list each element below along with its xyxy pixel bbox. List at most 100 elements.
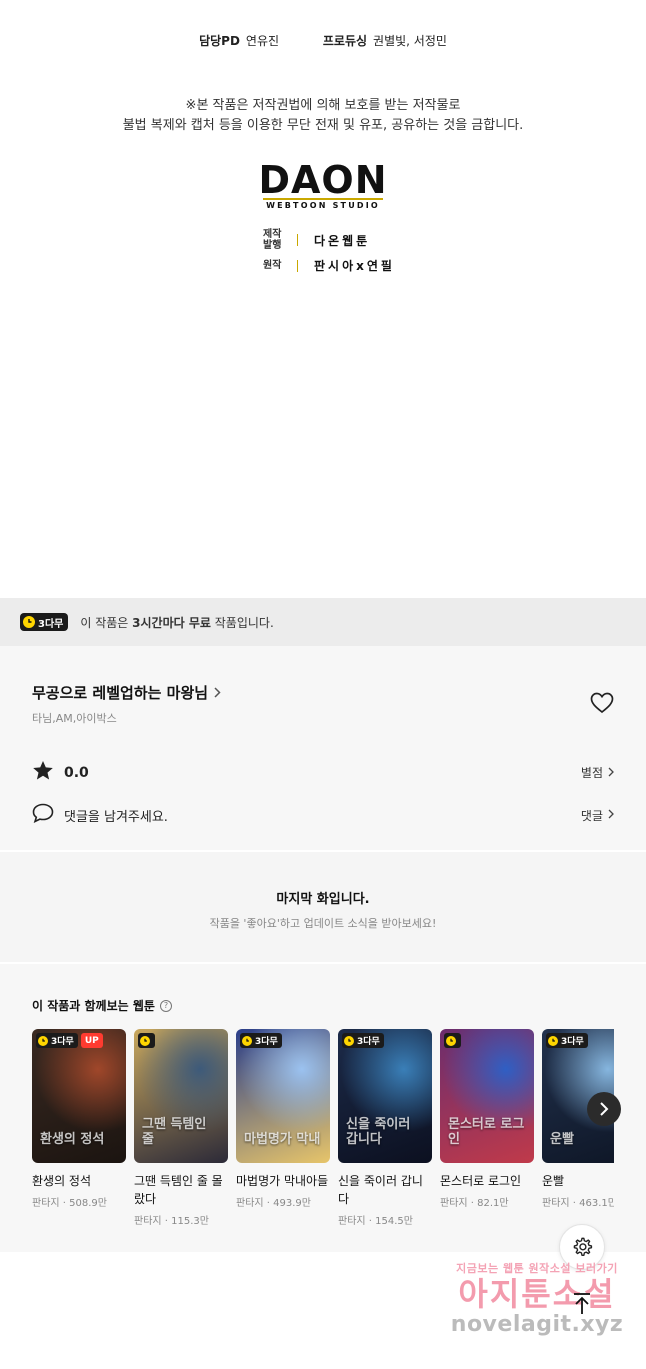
last-episode-panel: 마지막 화입니다. 작품을 '좋아요'하고 업데이트 소식을 받아보세요! (0, 852, 646, 962)
recommendation-meta: 판타지 · 463.1만 (542, 1194, 614, 1209)
recommendation-meta: 판타지 · 154.5만 (338, 1212, 432, 1227)
recommendation-title: 환생의 정석 (32, 1174, 92, 1188)
thumbnail-badges: 3다무 (240, 1033, 282, 1048)
scroll-top-button[interactable] (566, 1286, 598, 1322)
studio-key: 제작 발행 (263, 229, 293, 251)
credit-producing-value: 권별빛, 서정민 (373, 34, 447, 48)
clock-icon (140, 1035, 150, 1046)
recommendation-genre: 판타지 (440, 1198, 468, 1209)
chevron-right-icon (600, 1102, 609, 1116)
wait-free-badge: 3다무 (240, 1033, 282, 1048)
recommendation-card[interactable]: 그땐 득템인 줄 그땐 득템인 줄 몰랐다 판타지 · 115.3만 (134, 1029, 228, 1227)
recommendation-meta: 판타지 · 508.9만 (32, 1194, 126, 1209)
wait-free-badge: 3다무 (36, 1033, 78, 1048)
chevron-right-icon (608, 808, 614, 822)
wait-free-badge-label: 3다무 (255, 1037, 278, 1047)
work-title-link[interactable]: 무공으로 레벨업하는 마왕님 (32, 682, 221, 703)
wait-free-badge: 3다무 (546, 1033, 588, 1048)
gear-icon (573, 1237, 593, 1257)
comment-icon (32, 803, 54, 827)
comment-row[interactable]: 댓글을 남겨주세요. 댓글 (32, 803, 614, 827)
watermark: 지금보는 웹툰 원작소설 보러가기 아지툰소설 novelagit.xyz (442, 1260, 632, 1338)
free-banner: 3다무 이 작품은 3시간마다 무료 작품입니다. (0, 598, 646, 646)
studio-divider (297, 259, 298, 272)
wait-free-badge-label: 3다무 (561, 1037, 584, 1047)
thumbnail-art-title: 운빨 (550, 1132, 574, 1147)
comment-link[interactable]: 댓글 (581, 807, 614, 824)
credit-producing: 프로듀싱 권별빛, 서정민 (323, 32, 447, 49)
recommendation-title: 몬스터로 로그인 (440, 1174, 522, 1188)
meta-separator: · (263, 1198, 274, 1209)
thumbnail-art-title: 신을 죽이러 갑니다 (346, 1117, 411, 1147)
free-banner-text: 이 작품은 3시간마다 무료 작품입니다. (80, 614, 273, 631)
wait-free-badge-label: 3다무 (51, 1037, 74, 1047)
studio-row-production: 제작 발행 다온웹툰 (263, 229, 395, 251)
clock-icon (23, 616, 35, 628)
wait-free-badge: 3다무 (20, 613, 69, 631)
thumbnail-art-title: 그땐 득템인 줄 (142, 1117, 207, 1147)
studio-key-line: 원작 (263, 260, 282, 271)
recommendation-views: 508.9만 (69, 1198, 107, 1209)
comment-prompt: 댓글을 남겨주세요. (64, 809, 168, 825)
studio-credits: 제작 발행 다온웹툰 원작 판시아x연필 (263, 229, 395, 280)
meta-separator: · (467, 1198, 478, 1209)
heart-icon[interactable] (590, 692, 614, 718)
clock-icon (548, 1035, 558, 1046)
work-authors: 타님,AM,아이박스 (32, 712, 117, 725)
update-badge: UP (80, 1033, 103, 1048)
studio-logo-sub: WEBTOON STUDIO (266, 201, 380, 210)
studio-divider (297, 234, 298, 246)
copyright-notice: ※본 작품은 저작권법에 의해 보호를 받는 저작물로 불법 복제와 캡처 등을… (0, 96, 646, 136)
free-text-bold: 3시간마다 무료 (132, 615, 211, 630)
thumbnail-badges (138, 1033, 155, 1048)
recommendation-card[interactable]: 3다무 UP 환생의 정석 환생의 정석 판타지 · 508.9만 (32, 1029, 126, 1209)
studio-key-line: 제작 (263, 229, 282, 240)
comment-link-label: 댓글 (580, 808, 603, 823)
thumbnail-badges: 3다무 (342, 1033, 384, 1048)
studio-logo: DAON WEBTOON STUDIO (0, 160, 646, 210)
recommendation-title: 운빨 (542, 1174, 565, 1188)
recommendation-thumbnail: 3다무신을 죽이러 갑니다 (338, 1029, 432, 1163)
recommendation-title: 마법명가 막내아들 (236, 1174, 329, 1188)
studio-key: 원작 (263, 260, 293, 271)
credit-pd-label: 담당PD (199, 34, 240, 48)
recommendation-carousel: 3다무 UP 환생의 정석 환생의 정석 판타지 · 508.9만 그땐 득템인 줄 그땐 … (32, 1029, 614, 1249)
help-icon[interactable]: ? (159, 999, 172, 1012)
carousel-next-button[interactable] (587, 1092, 621, 1126)
rating-value: 0.0 (64, 764, 89, 781)
recommendation-card[interactable]: 몬스터로 로그인 몬스터로 로그인 판타지 · 82.1만 (440, 1029, 534, 1209)
wait-free-badge (138, 1033, 155, 1048)
wait-free-badge-label: 3다무 (38, 618, 64, 630)
recommendation-card[interactable]: 3다무마법명가 막내마법명가 막내아들판타지 · 493.9만 (236, 1029, 330, 1209)
wait-free-badge-label: 3다무 (357, 1037, 380, 1047)
recommendation-views: 115.3만 (171, 1216, 209, 1227)
copyright-line-2: 불법 복제와 캡처 등을 이용한 무단 전재 및 유포, 공유하는 것을 금합니… (122, 118, 524, 133)
recommendation-thumbnail: 그땐 득템인 줄 (134, 1029, 228, 1163)
thumbnail-art-title: 환생의 정석 (40, 1132, 105, 1147)
last-episode-subtitle: 작품을 '좋아요'하고 업데이트 소식을 받아보세요! (209, 917, 437, 930)
recommendation-genre: 판타지 (542, 1198, 570, 1209)
watermark-line-2: 아지툰소설 (458, 1275, 616, 1313)
studio-value: 판시아x연필 (314, 259, 395, 273)
recommendation-card[interactable]: 3다무신을 죽이러 갑니다 신을 죽이러 갑니다판타지 · 154.5만 (338, 1029, 432, 1227)
recommendation-genre: 판타지 (32, 1198, 60, 1209)
recommendation-genre: 판타지 (236, 1198, 264, 1209)
thumbnail-badges: 3다무 UP (36, 1033, 103, 1048)
studio-key-line: 발행 (263, 240, 282, 251)
studio-logo-main: DAON (258, 158, 388, 202)
thumbnail-art-title: 마법명가 막내 (244, 1132, 321, 1147)
work-title: 무공으로 레벨업하는 마왕님 (32, 684, 209, 702)
clock-icon (344, 1035, 354, 1046)
recommendation-thumbnail: 몬스터로 로그인 (440, 1029, 534, 1163)
thumbnail-art-title: 몬스터로 로그인 (448, 1117, 525, 1147)
clock-icon (446, 1035, 456, 1046)
recommendation-title: 그땐 득템인 줄 몰랐다 (134, 1174, 223, 1206)
recommendation-meta: 판타지 · 493.9만 (236, 1194, 330, 1209)
star-icon (32, 760, 54, 785)
recommendation-thumbnail: 3다무 UP 환생의 정석 (32, 1029, 126, 1163)
rating-link[interactable]: 별점 (581, 764, 614, 781)
credits-bar: 담당PD 연유진 프로듀싱 권별빛, 서정민 (0, 32, 646, 49)
work-info-panel: 무공으로 레벨업하는 마왕님 타님,AM,아이박스 0.0 별점 댓글을 남겨주… (0, 646, 646, 850)
arrow-up-icon (574, 1293, 590, 1314)
rating-row: 0.0 별점 (32, 760, 614, 785)
